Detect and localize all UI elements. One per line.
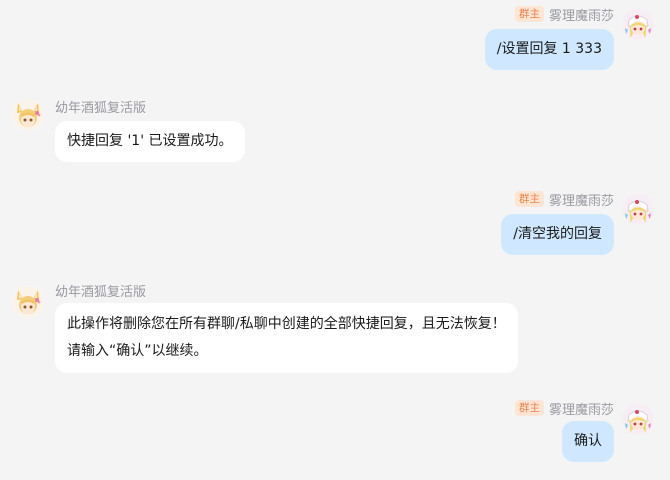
sender-name-row: 群主 雾理魔雨莎 (514, 398, 614, 418)
blonde-vampire-avatar-icon (622, 193, 654, 225)
avatar[interactable] (12, 286, 44, 318)
fox-girl-avatar-icon (12, 286, 44, 318)
sender-name[interactable]: 雾理魔雨莎 (549, 5, 614, 24)
sender-name-row: 幼年酒狐复活版 (55, 280, 146, 300)
message-bubble[interactable]: /清空我的回复 (501, 214, 614, 255)
sender-name[interactable]: 幼年酒狐复活版 (55, 281, 146, 300)
sender-name-row: 群主 雾理魔雨莎 (514, 4, 614, 24)
message-bubble[interactable]: 快捷回复 '1' 已设置成功。 (55, 121, 245, 162)
chat-window: 群主 雾理魔雨莎 /设置回复 1 333 幼年酒狐复活版 快捷回复 '1' 已设… (0, 0, 670, 480)
avatar[interactable] (622, 8, 654, 40)
blonde-vampire-avatar-icon (622, 403, 654, 435)
blonde-vampire-avatar-icon (622, 8, 654, 40)
message-bubble[interactable]: 确认 (562, 421, 614, 462)
owner-badge: 群主 (514, 400, 544, 416)
message-text-line-2: 请输入“确认”以继续。 (67, 343, 208, 359)
avatar[interactable] (622, 403, 654, 435)
message-text-line-1: 此操作将删除您在所有群聊/私聊中创建的全部快捷回复，且无法恢复！ (67, 316, 506, 332)
message-bubble[interactable]: 此操作将删除您在所有群聊/私聊中创建的全部快捷回复，且无法恢复！ 请输入“确认”… (55, 303, 518, 373)
owner-badge: 群主 (514, 191, 544, 207)
avatar[interactable] (622, 193, 654, 225)
sender-name-row: 幼年酒狐复活版 (55, 96, 146, 116)
message-text: /清空我的回复 (513, 226, 602, 242)
sender-name[interactable]: 雾理魔雨莎 (549, 399, 614, 418)
message-text: 确认 (574, 433, 602, 449)
message-text: /设置回复 1 333 (496, 41, 602, 57)
message-text: 快捷回复 '1' 已设置成功。 (67, 133, 233, 149)
message-bubble[interactable]: /设置回复 1 333 (484, 29, 614, 70)
sender-name[interactable]: 雾理魔雨莎 (549, 190, 614, 209)
sender-name-row: 群主 雾理魔雨莎 (514, 189, 614, 209)
avatar[interactable] (12, 99, 44, 131)
owner-badge: 群主 (514, 6, 544, 22)
sender-name[interactable]: 幼年酒狐复活版 (55, 97, 146, 116)
fox-girl-avatar-icon (12, 99, 44, 131)
